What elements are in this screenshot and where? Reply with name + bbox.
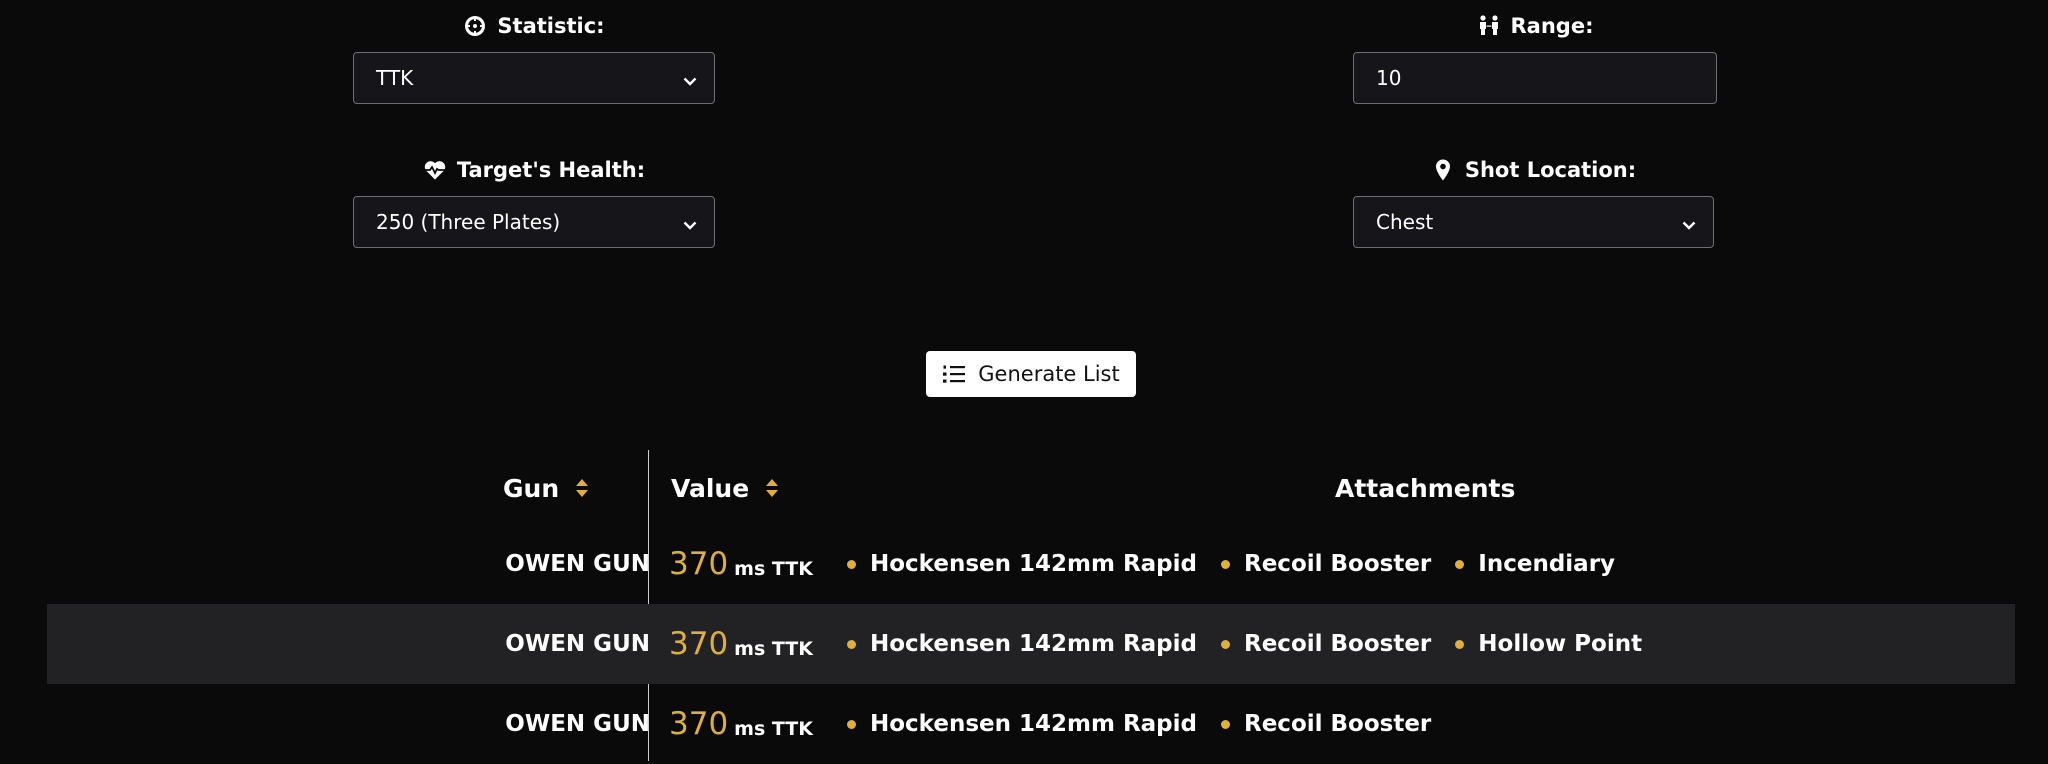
heartbeat-icon (424, 161, 446, 180)
bullet-icon (1455, 639, 1465, 649)
attachment-name: Hockensen 142mm Rapid (870, 631, 1197, 657)
bullet-icon (1455, 559, 1465, 569)
bullet-icon (847, 559, 856, 569)
attachments-header-label: Attachments (1335, 473, 1516, 503)
crosshair-icon (465, 16, 486, 36)
sort-icon[interactable] (575, 477, 589, 499)
statistic-value: TTK (376, 66, 414, 90)
value-cell: 370 ms TTK (669, 604, 813, 684)
range-label: Range: (1510, 14, 1594, 38)
attachments-cell: Hockensen 142mm Rapid Recoil Booster Inc… (847, 524, 1615, 604)
sort-icon[interactable] (765, 477, 779, 499)
attachment-item: Hollow Point (1455, 631, 1642, 657)
attachment-name: Recoil Booster (1244, 631, 1432, 657)
bullet-icon (847, 719, 856, 729)
target-health-label: Target's Health: (456, 158, 646, 182)
attachments-cell: Hockensen 142mm Rapid Recoil Booster Hol… (847, 604, 1642, 684)
attachments-column-header: Attachments (1335, 470, 1515, 506)
value-number: 370 (669, 626, 729, 662)
table-row[interactable]: OWEN GUN 370 ms TTK Hockensen 142mm Rapi… (47, 684, 2015, 761)
statistic-label: Statistic: (497, 14, 605, 38)
attachment-item: Incendiary (1455, 551, 1615, 577)
list-icon (943, 365, 966, 383)
attachment-name: Hollow Point (1478, 631, 1643, 657)
attachment-name: Hockensen 142mm Rapid (870, 551, 1197, 577)
shot-location-label: Shot Location: (1464, 158, 1637, 182)
range-field: Range: 10 (1353, 12, 1717, 107)
target-health-select[interactable]: 250 (Three Plates) (353, 196, 715, 248)
attachments-cell: Hockensen 142mm Rapid Recoil Booster (847, 684, 1431, 764)
range-input[interactable]: 10 (1353, 52, 1717, 104)
attachment-item: Recoil Booster (1221, 551, 1431, 577)
range-label-row: Range: (1353, 12, 1717, 40)
target-health-field: Target's Health: 250 (Three Plates) (353, 156, 715, 251)
statistic-select[interactable]: TTK (353, 52, 715, 104)
attachment-item: Hockensen 142mm Rapid (847, 631, 1197, 657)
statistic-field: Statistic: TTK (353, 12, 715, 107)
shot-location-label-row: Shot Location: (1353, 156, 1714, 184)
table-row[interactable]: OWEN GUN 370 ms TTK Hockensen 142mm Rapi… (47, 604, 2015, 684)
shot-location-field: Shot Location: Chest (1353, 156, 1714, 251)
chevron-down-icon (682, 70, 698, 86)
people-range-icon (1479, 15, 1498, 35)
chevron-down-icon (1681, 214, 1697, 230)
target-health-label-row: Target's Health: (353, 156, 715, 184)
generate-list-button[interactable]: Generate List (926, 351, 1136, 397)
bullet-icon (1221, 559, 1230, 569)
value-header-label: Value (671, 473, 750, 503)
statistic-label-row: Statistic: (353, 12, 715, 40)
gun-name: OWEN GUN (505, 631, 650, 657)
gun-name: OWEN GUN (505, 551, 650, 577)
value-cell: 370 ms TTK (669, 684, 813, 764)
bullet-icon (847, 639, 856, 649)
shot-location-select[interactable]: Chest (1353, 196, 1714, 248)
generate-list-label: Generate List (978, 362, 1120, 386)
attachment-item: Recoil Booster (1221, 711, 1431, 737)
bullet-icon (1221, 719, 1230, 729)
gun-column-header[interactable]: Gun (503, 470, 589, 506)
shot-location-value: Chest (1376, 210, 1434, 234)
range-value: 10 (1376, 66, 1402, 90)
attachment-name: Incendiary (1478, 551, 1616, 577)
value-number: 370 (669, 706, 729, 742)
value-column-header[interactable]: Value (671, 470, 779, 506)
map-pin-icon (1435, 159, 1450, 181)
table-row[interactable]: OWEN GUN 370 ms TTK Hockensen 142mm Rapi… (47, 524, 2015, 604)
value-number: 370 (669, 546, 729, 582)
attachment-item: Hockensen 142mm Rapid (847, 551, 1197, 577)
value-unit: ms TTK (734, 558, 813, 580)
attachment-name: Recoil Booster (1244, 711, 1432, 737)
attachment-name: Hockensen 142mm Rapid (870, 711, 1197, 737)
value-unit: ms TTK (734, 718, 813, 740)
target-health-value: 250 (Three Plates) (376, 210, 561, 234)
value-cell: 370 ms TTK (669, 524, 813, 604)
chevron-down-icon (682, 214, 698, 230)
attachment-item: Hockensen 142mm Rapid (847, 711, 1197, 737)
value-unit: ms TTK (734, 638, 813, 660)
attachment-name: Recoil Booster (1244, 551, 1432, 577)
gun-header-label: Gun (503, 473, 560, 503)
gun-name: OWEN GUN (505, 711, 650, 737)
attachment-item: Recoil Booster (1221, 631, 1431, 657)
bullet-icon (1221, 639, 1230, 649)
